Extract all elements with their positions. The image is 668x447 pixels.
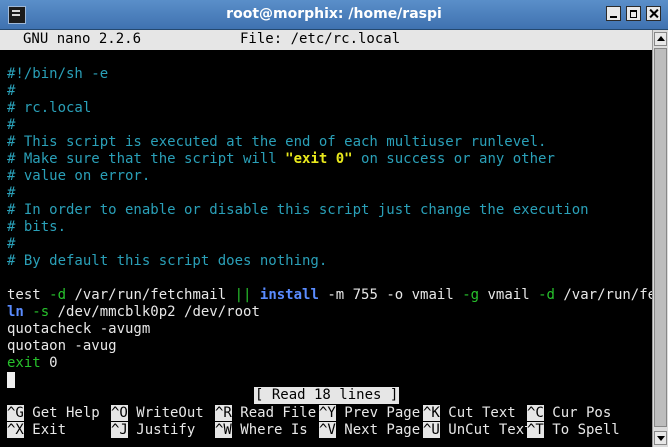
- code-line: ln -s /dev/mmcblk0p2 /dev/root: [7, 304, 260, 320]
- shortcut-get-help[interactable]: ^G Get Help: [7, 405, 100, 422]
- title-bar[interactable]: root@morphix: /home/raspi: [0, 0, 668, 30]
- text-cursor: [7, 372, 15, 388]
- code-line: #: [7, 117, 16, 133]
- minimize-button[interactable]: [606, 6, 621, 21]
- shortcut-justify[interactable]: ^J Justify: [111, 422, 195, 439]
- shortcut-to-spell[interactable]: ^T To Spell: [527, 422, 620, 439]
- code-line: # value on error.: [7, 168, 151, 184]
- shortcut-cut-text[interactable]: ^K Cut Text: [423, 405, 516, 422]
- code-line: # Make sure that the script will "exit 0…: [7, 151, 555, 167]
- code-line: #!/bin/sh -e: [7, 66, 109, 82]
- code-line: quotaon -avug: [7, 338, 117, 354]
- vertical-scrollbar[interactable]: [652, 30, 668, 447]
- code-line: # bits.: [7, 219, 67, 235]
- shortcut-prev-page[interactable]: ^Y Prev Page: [319, 405, 420, 422]
- shortcut-cur-pos[interactable]: ^C Cur Pos: [527, 405, 611, 422]
- shortcut-next-page[interactable]: ^V Next Page: [319, 422, 420, 439]
- shortcut-writeout[interactable]: ^O WriteOut: [111, 405, 204, 422]
- code-line: #: [7, 83, 16, 99]
- terminal-window: root@morphix: /home/raspi GNU nano 2.2.6…: [0, 0, 668, 447]
- code-line: #: [7, 236, 16, 252]
- code-line: #: [7, 185, 16, 201]
- code-line: quotacheck -avugm: [7, 321, 151, 337]
- shortcut-read-file[interactable]: ^R Read File: [215, 405, 316, 422]
- code-line: # By default this script does nothing.: [7, 253, 328, 269]
- close-button[interactable]: [646, 6, 661, 21]
- scroll-up-arrow-icon[interactable]: [654, 32, 667, 46]
- nano-filename: File: /etc/rc.local: [240, 31, 401, 47]
- code-line: # This script is executed at the end of …: [7, 134, 547, 150]
- code-line: exit 0: [7, 355, 58, 371]
- scroll-down-arrow-icon[interactable]: [654, 431, 667, 445]
- code-line: # In order to enable or disable this scr…: [7, 202, 589, 218]
- status-message: [ Read 18 lines ]: [254, 387, 400, 404]
- shortcut-uncut-text[interactable]: ^U UnCut Text: [423, 422, 533, 439]
- window-title: root@morphix: /home/raspi: [226, 6, 442, 22]
- nano-version: GNU nano 2.2.6: [23, 31, 142, 47]
- nano-header: GNU nano 2.2.6 File: /etc/rc.local: [0, 30, 652, 50]
- terminal-area[interactable]: GNU nano 2.2.6 File: /etc/rc.local #!/bi…: [0, 30, 652, 447]
- shortcut-exit[interactable]: ^X Exit: [7, 422, 66, 439]
- code-line: test -d /var/run/fetchmail || install -m…: [7, 287, 652, 303]
- shortcut-where-is[interactable]: ^W Where Is: [215, 422, 308, 439]
- text-cursor-line[interactable]: [7, 372, 15, 389]
- scrollbar-thumb[interactable]: [654, 48, 667, 427]
- maximize-button[interactable]: [626, 6, 641, 21]
- code-line: # rc.local: [7, 100, 92, 116]
